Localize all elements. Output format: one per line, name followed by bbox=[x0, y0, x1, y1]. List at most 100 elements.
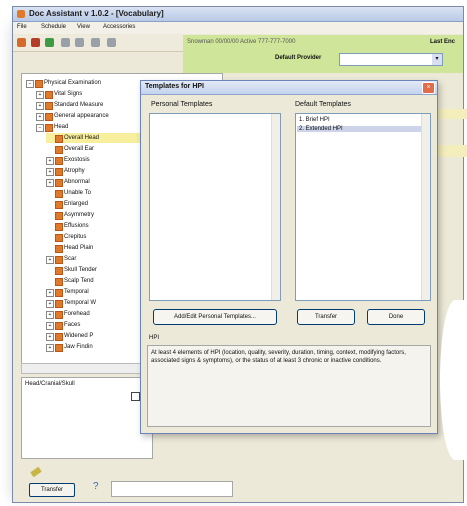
tree-item-label: Abnormal bbox=[64, 179, 90, 185]
folder-icon bbox=[55, 245, 63, 253]
app-icon bbox=[17, 10, 25, 18]
folder-icon bbox=[55, 223, 63, 231]
default-templates-list[interactable]: 1. Brief HPI 2. Extended HPI bbox=[295, 113, 431, 301]
expand-icon[interactable]: + bbox=[46, 333, 54, 341]
chevron-down-icon[interactable]: ▾ bbox=[432, 54, 442, 65]
transfer-template-button[interactable]: Transfer bbox=[297, 309, 355, 325]
collapse-icon[interactable]: − bbox=[26, 80, 34, 88]
done-button[interactable]: Done bbox=[367, 309, 425, 325]
tree-item-label: Overall Ear bbox=[64, 146, 95, 152]
default-provider-label: Default Provider bbox=[275, 55, 322, 61]
schedule-icon[interactable] bbox=[31, 38, 40, 47]
page-curl bbox=[440, 300, 467, 460]
tree-item-label: Enlarged bbox=[64, 201, 89, 207]
tree-item-label: Forehead bbox=[64, 311, 90, 317]
personal-templates-list[interactable] bbox=[149, 113, 281, 301]
expand-icon[interactable]: + bbox=[46, 179, 54, 187]
hpi-text-box[interactable]: At least 4 elements of HPI (location, qu… bbox=[147, 345, 431, 427]
menu-item-file[interactable]: File bbox=[17, 24, 27, 30]
tree-item-label: Head Plain bbox=[64, 245, 94, 251]
dialog-title-bar[interactable]: Templates for HPI × bbox=[141, 81, 437, 95]
patient-bar: Snowman 00/00/00 Active 777-777-7000 Las… bbox=[183, 35, 463, 73]
expand-icon[interactable]: + bbox=[46, 344, 54, 352]
templates-dialog: Templates for HPI × Personal Templates D… bbox=[140, 80, 438, 434]
tree-item-label: Temporal W bbox=[64, 300, 97, 306]
folder-icon bbox=[55, 256, 63, 264]
folder-icon bbox=[55, 267, 63, 275]
folder-icon bbox=[55, 300, 63, 308]
expand-icon[interactable]: + bbox=[46, 311, 54, 319]
menu-item-schedule[interactable]: Schedule bbox=[41, 24, 66, 30]
patient-info: Snowman 00/00/00 Active 777-777-7000 bbox=[187, 39, 296, 45]
copy-icon[interactable] bbox=[75, 38, 84, 47]
tree-item-label: General appearance bbox=[54, 113, 109, 119]
expand-icon[interactable]: + bbox=[46, 168, 54, 176]
sum-icon[interactable] bbox=[61, 38, 70, 47]
template-list-item[interactable]: 1. Brief HPI bbox=[299, 117, 330, 123]
close-icon[interactable]: × bbox=[422, 82, 435, 94]
home-icon[interactable] bbox=[107, 38, 116, 47]
vertical-scrollbar[interactable] bbox=[271, 114, 280, 300]
hpi-label: HPI bbox=[149, 335, 160, 341]
expand-icon[interactable]: + bbox=[36, 91, 44, 99]
tree-item-label: Overall Head bbox=[64, 135, 100, 141]
collapse-icon[interactable]: − bbox=[36, 124, 44, 132]
folder-icon bbox=[55, 322, 63, 330]
forward-icon[interactable] bbox=[45, 38, 54, 47]
tree-item-label: Physical Examination bbox=[44, 80, 102, 86]
provider-dropdown[interactable]: ▾ bbox=[339, 53, 443, 66]
tree-item-label: Widened P bbox=[64, 333, 94, 339]
tree-item-label: Unable To bbox=[64, 190, 91, 196]
title-bar[interactable]: Doc Assistant v 1.0.2 - [Vocabulary] bbox=[13, 7, 463, 22]
tree-item-label: Standard Measure bbox=[54, 102, 104, 108]
folder-icon bbox=[45, 113, 53, 121]
folder-icon bbox=[35, 80, 43, 88]
tree-item-label: Crepitus bbox=[64, 234, 87, 240]
folder-icon bbox=[55, 190, 63, 198]
expand-icon[interactable]: + bbox=[46, 256, 54, 264]
menu-item-view[interactable]: View bbox=[77, 24, 90, 30]
pencil-icon[interactable] bbox=[30, 466, 42, 478]
menu-item-accessories[interactable]: Accessories bbox=[103, 24, 135, 30]
folder-icon bbox=[55, 157, 63, 165]
folder-icon bbox=[45, 91, 53, 99]
template-list-item[interactable]: 2. Extended HPI bbox=[297, 126, 421, 132]
add-edit-templates-button[interactable]: Add/Edit Personal Templates... bbox=[153, 309, 277, 325]
tree-item-label: Jaw Findin bbox=[64, 344, 93, 350]
expand-icon[interactable]: + bbox=[36, 113, 44, 121]
tree-item-label: Scalp Tend bbox=[64, 278, 94, 284]
expand-icon[interactable]: + bbox=[46, 157, 54, 165]
folder-icon bbox=[55, 333, 63, 341]
note-panel[interactable]: Head/Cranial/Skull bbox=[21, 377, 153, 459]
expand-icon[interactable]: + bbox=[46, 289, 54, 297]
folder-icon bbox=[55, 179, 63, 187]
default-templates-label: Default Templates bbox=[295, 101, 351, 108]
folder-icon bbox=[55, 212, 63, 220]
tree-item-label: Head bbox=[54, 124, 69, 130]
folder-icon bbox=[55, 278, 63, 286]
vertical-scrollbar[interactable] bbox=[421, 114, 430, 300]
transfer-button[interactable]: Transfer bbox=[29, 483, 75, 497]
tree-item-label: Asymmetry bbox=[64, 212, 94, 218]
patient-icon[interactable] bbox=[17, 38, 26, 47]
tree-item-label: Skull Tender bbox=[64, 267, 97, 273]
help-icon[interactable]: ? bbox=[93, 481, 99, 492]
bottom-input[interactable] bbox=[111, 481, 233, 497]
tree-item-label: Scar bbox=[64, 256, 77, 262]
folder-icon bbox=[55, 344, 63, 352]
folder-icon bbox=[55, 234, 63, 242]
folder-icon bbox=[55, 289, 63, 297]
window-title: Doc Assistant v 1.0.2 - [Vocabulary] bbox=[29, 9, 164, 18]
last-enc-label: Last Enc bbox=[429, 39, 455, 45]
folder-icon bbox=[55, 146, 63, 154]
expand-icon[interactable]: + bbox=[46, 300, 54, 308]
print-icon[interactable] bbox=[91, 38, 100, 47]
expand-icon[interactable]: + bbox=[36, 102, 44, 110]
hpi-text: At least 4 elements of HPI (location, qu… bbox=[151, 350, 406, 364]
tree-item-label: Vital Signs bbox=[54, 91, 83, 97]
note-panel-text: Head/Cranial/Skull bbox=[25, 381, 75, 387]
checkbox[interactable] bbox=[131, 392, 140, 401]
tree-item-label: Effusions bbox=[64, 223, 89, 229]
folder-icon bbox=[55, 311, 63, 319]
expand-icon[interactable]: + bbox=[46, 322, 54, 330]
